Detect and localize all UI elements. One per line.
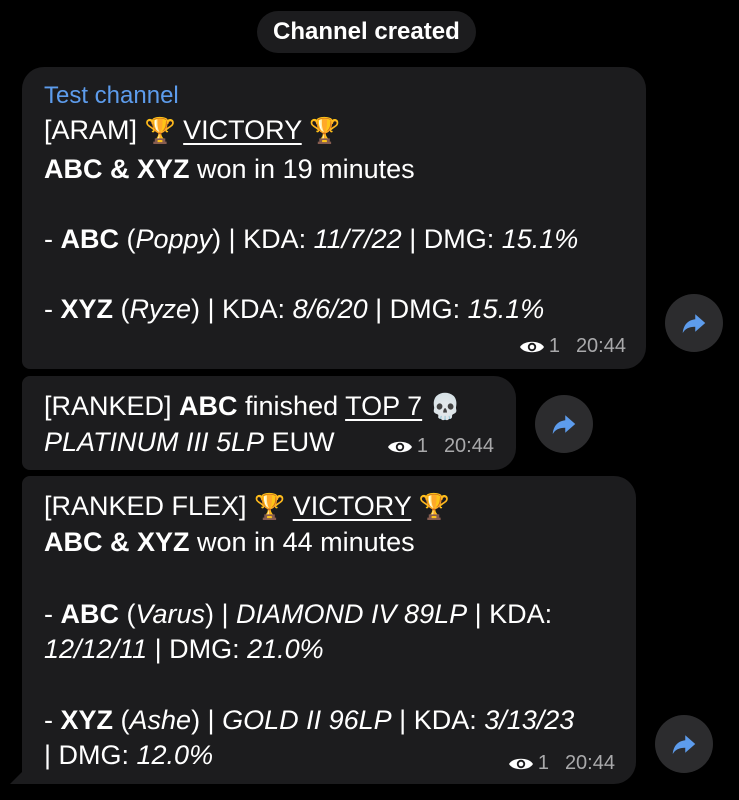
trophy-icon: 🏆 (144, 116, 176, 145)
player-line-xyz-cont: | DMG: 12.0% (44, 740, 214, 770)
message-line-summary: ABC & XYZ won in 44 minutes (44, 527, 415, 557)
channel-name[interactable]: Test channel (44, 81, 179, 111)
message-bubble-aram[interactable]: Test channel [ARAM] 🏆 VICTORY 🏆 ABC & XY… (22, 67, 646, 369)
eye-icon (519, 341, 544, 352)
player-line-xyz: - XYZ (Ryze) | KDA: 8/6/20 | DMG: 15.1% (44, 294, 545, 324)
result-link: VICTORY (183, 115, 302, 145)
trophy-icon: 🏆 (309, 116, 341, 145)
message-time: 20:44 (575, 335, 626, 357)
share-arrow-icon (682, 314, 706, 333)
view-count: 1 (537, 752, 549, 774)
share-button[interactable] (535, 395, 593, 453)
player-line-xyz: - XYZ (Ashe) | GOLD II 96LP | KDA: 3/13/… (44, 705, 575, 735)
eye-icon (387, 441, 412, 452)
message-line-rank: PLATINUM III 5LP EUW (44, 427, 335, 457)
message-line-header: [RANKED] ABC finished TOP 7 💀 (44, 391, 461, 421)
trophy-icon: 🏆 (418, 492, 450, 521)
trophy-icon: 🏆 (254, 492, 286, 521)
player-line-abc-cont: 12/12/11 | DMG: 21.0% (44, 634, 324, 664)
share-button[interactable] (655, 715, 713, 773)
share-button[interactable] (665, 294, 723, 352)
result-link: VICTORY (292, 491, 412, 521)
channel-created-notice: Channel created (257, 11, 476, 53)
eye-icon (508, 758, 533, 769)
player-line-abc: - ABC (Poppy) | KDA: 11/7/22 | DMG: 15.1… (44, 224, 579, 254)
view-count: 1 (416, 435, 428, 457)
bubble-tail (10, 764, 30, 784)
message-meta: 1 20:44 (508, 752, 615, 775)
message-time: 20:44 (443, 435, 494, 457)
message-time: 20:44 (564, 752, 615, 774)
placement-link: TOP 7 (345, 391, 423, 421)
message-line-header: [ARAM] 🏆 VICTORY 🏆 (44, 115, 341, 145)
view-count: 1 (548, 335, 560, 357)
share-arrow-icon (672, 735, 696, 754)
player-line-abc: - ABC (Varus) | DIAMOND IV 89LP | KDA: (44, 599, 553, 629)
skull-icon: 💀 (429, 392, 461, 421)
message-bubble-ranked-flex[interactable]: [RANKED FLEX] 🏆 VICTORY 🏆 ABC & XYZ won … (22, 476, 636, 784)
message-line-summary: ABC & XYZ won in 19 minutes (44, 154, 415, 184)
message-bubble-ranked[interactable]: [RANKED] ABC finished TOP 7 💀 PLATINUM I… (22, 376, 516, 470)
message-meta: 1 20:44 (519, 335, 626, 358)
message-meta: 1 20:44 (387, 435, 494, 458)
share-arrow-icon (552, 415, 576, 434)
message-line-header: [RANKED FLEX] 🏆 VICTORY 🏆 (44, 491, 450, 521)
